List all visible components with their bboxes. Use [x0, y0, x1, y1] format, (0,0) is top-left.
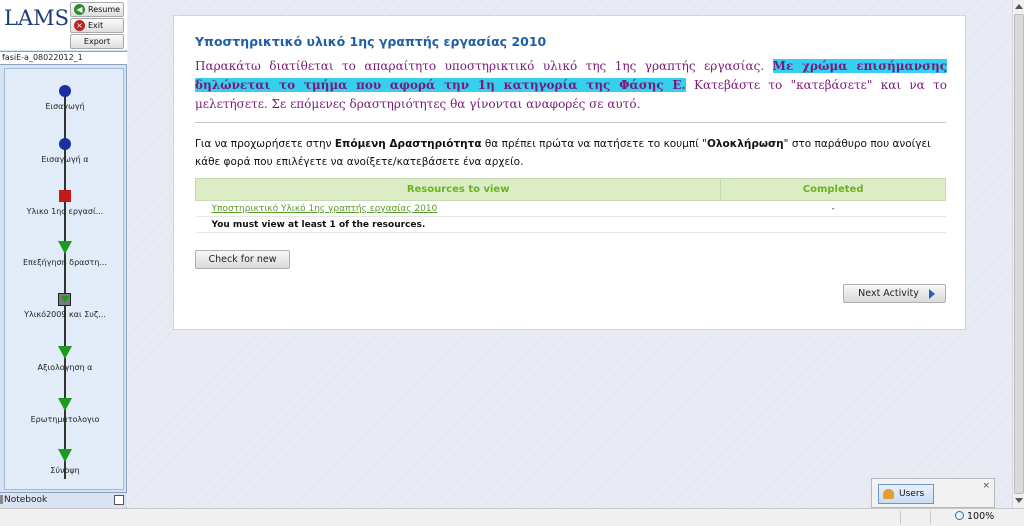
activity-label: Υλικο 1ης εργασί... [26, 207, 104, 216]
completed-header: Completed [720, 178, 946, 201]
resources-header: Resources to view [194, 178, 722, 201]
divider [195, 122, 946, 123]
logo-area: LAMS ◀ Resume × Exit Export [0, 0, 127, 50]
vertical-scrollbar[interactable] [1012, 0, 1024, 508]
not-attempted-activity-icon [58, 398, 72, 411]
not-attempted-activity-icon [58, 346, 72, 359]
status-separator [930, 511, 931, 524]
not-attempted-activity-icon [58, 241, 72, 254]
activity-label: Υλικό2009 και Συζ... [24, 310, 106, 319]
status-separator [900, 511, 901, 524]
exit-icon: × [74, 20, 85, 31]
activity-label: Σύνοψη [50, 466, 80, 475]
zoom-control[interactable]: 100% [955, 511, 994, 522]
note-complete-word: Ολοκλήρωση [706, 138, 784, 150]
scroll-thumb[interactable] [1014, 14, 1024, 494]
optional-activity-icon [58, 293, 71, 306]
notebook-grip-icon [0, 495, 3, 504]
next-activity-label: Next Activity [858, 288, 919, 299]
users-panel: Users × [871, 478, 995, 508]
table-row: Υποστηρικτικό Υλικό 1ης γραπτής εργασίας… [195, 200, 946, 217]
note-pre: Για να προχωρήσετε στην [195, 138, 335, 150]
note-next-activity: Επόμενη Δραστηριότητα [334, 138, 482, 150]
resource-completed-status: - [720, 200, 946, 217]
zoom-icon [955, 511, 964, 520]
activity-title: Υποστηρικτικό υλικό 1ης γραπτής εργασίας… [195, 34, 547, 49]
table-row: You must view at least 1 of the resource… [195, 216, 946, 233]
play-arrow-icon [929, 289, 935, 299]
activity-label: Ερωτηματολογιο [30, 415, 100, 424]
not-attempted-activity-icon [58, 449, 72, 462]
resume-label: Resume [88, 5, 121, 14]
users-button[interactable]: Users [878, 484, 934, 504]
zoom-level: 100% [967, 511, 995, 522]
resume-icon: ◀ [74, 4, 85, 15]
users-icon [883, 489, 894, 499]
export-button[interactable]: Export [70, 34, 124, 49]
check-for-new-button[interactable]: Check for new [195, 250, 290, 269]
progress-panel: Εισαγωγή Εισαγωγή α Υλικο 1ης εργασί... … [4, 68, 124, 490]
users-label: Users [899, 489, 925, 499]
completed-activity-icon [59, 85, 71, 97]
completion-note: Για να προχωρήσετε στην Επόμενη Δραστηρι… [195, 135, 947, 171]
close-icon[interactable]: × [982, 481, 990, 491]
resources-table: Resources to view Completed Υποστηρικτικ… [194, 178, 946, 233]
notebook-toggle-icon[interactable] [114, 495, 124, 505]
exit-button[interactable]: × Exit [70, 18, 124, 33]
sidebar: LAMS ◀ Resume × Exit Export fasiE-a_0802… [0, 0, 127, 508]
scroll-down-icon[interactable] [1014, 496, 1024, 506]
export-label: Export [83, 37, 111, 46]
exit-label: Exit [88, 21, 104, 30]
activity-label: Αξιολογηση α [37, 363, 93, 372]
sequence-title: fasiE-a_08022012_1 [0, 51, 127, 65]
content-card: Υποστηρικτικό υλικό 1ης γραπτής εργασίας… [173, 15, 966, 330]
notebook-label: Notebook [4, 495, 48, 505]
activity-label: Εισαγωγή α [41, 155, 89, 164]
resource-link[interactable]: Υποστηρικτικό Υλικό 1ης γραπτής εργασίας… [195, 200, 721, 217]
note-mid: θα πρέπει πρώτα να πατήσετε το κουμπί " [481, 138, 707, 150]
notebook-bar[interactable]: Notebook [0, 492, 127, 507]
main-area: Υποστηρικτικό υλικό 1ης γραπτής εργασίας… [128, 0, 1012, 508]
completed-activity-icon [59, 138, 71, 150]
activity-label: Εισαγωγή [45, 102, 85, 111]
scroll-up-icon[interactable] [1014, 2, 1024, 12]
status-bar: 100% [0, 508, 1024, 526]
view-requirement-text: You must view at least 1 of the resource… [195, 216, 946, 233]
instructions-text: Παρακάτω διατίθεται το απαραίτητο υποστη… [195, 57, 947, 114]
instructions-part1: Παρακάτω διατίθεται το απαραίτητο υποστη… [195, 59, 773, 73]
lams-logo: LAMS [4, 6, 69, 30]
next-activity-button[interactable]: Next Activity [843, 284, 946, 303]
current-activity-icon [59, 190, 71, 202]
table-header-row: Resources to view Completed [194, 178, 946, 201]
resume-button[interactable]: ◀ Resume [70, 2, 124, 17]
activity-label: Επεξήγηση δραστη... [22, 258, 108, 267]
